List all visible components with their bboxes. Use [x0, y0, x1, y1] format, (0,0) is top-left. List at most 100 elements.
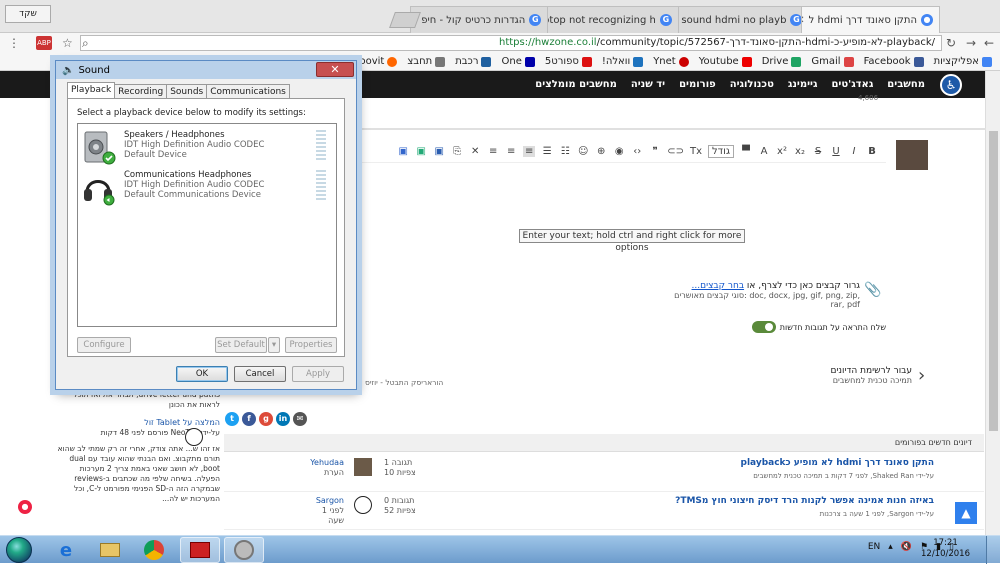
- tray-arrow-icon[interactable]: ▴: [888, 542, 893, 552]
- font-size-select[interactable]: גודל: [708, 145, 734, 158]
- scroll-to-top-button[interactable]: ▲: [955, 502, 977, 524]
- configure-button[interactable]: Configure: [77, 337, 131, 353]
- volume-icon[interactable]: 🔇: [901, 542, 912, 552]
- tab-recording[interactable]: Recording: [114, 84, 168, 98]
- tab-close-icon[interactable]: ✕: [802, 15, 804, 26]
- cancel-button[interactable]: Cancel: [234, 366, 286, 382]
- nav-technology[interactable]: טכנולוגיה: [730, 79, 774, 90]
- device-speakers[interactable]: Speakers / Headphones IDT High Definitio…: [80, 128, 334, 168]
- start-button[interactable]: [6, 537, 32, 563]
- emoji-icon[interactable]: ☺: [577, 146, 589, 157]
- list-item[interactable]: באיזה חנות אמינה אפשר לקנות הרד דיסק חיצ…: [224, 494, 984, 530]
- device-headphones[interactable]: Communications Headphones IDT High Defin…: [80, 168, 334, 208]
- bg-color-icon[interactable]: ▀: [740, 146, 752, 157]
- forward-icon[interactable]: →: [966, 36, 976, 50]
- link-icon[interactable]: ⊂⊃: [667, 146, 684, 157]
- ok-button[interactable]: OK: [176, 366, 228, 382]
- font-color-icon[interactable]: A: [758, 146, 770, 157]
- tab-playback[interactable]: Playback: [67, 82, 116, 98]
- chevron-right-icon[interactable]: ›: [918, 365, 925, 386]
- scrollbar-thumb[interactable]: [989, 131, 998, 431]
- menu-icon[interactable]: ⋮: [8, 36, 20, 50]
- nav-gaming[interactable]: גיימינג: [788, 79, 818, 90]
- clock[interactable]: 17:21 12/10/2016: [921, 538, 970, 560]
- set-default-button[interactable]: Set Default: [215, 337, 267, 353]
- nav-second-hand[interactable]: יד שניה: [631, 79, 665, 90]
- properties-button[interactable]: Properties: [285, 337, 337, 353]
- linkedin-icon[interactable]: in: [276, 412, 290, 426]
- nav-forums[interactable]: פורומים: [679, 79, 716, 90]
- tab[interactable]: Glaptop not recognizing h✕: [540, 6, 679, 33]
- list-icon[interactable]: ☷: [559, 146, 571, 157]
- list-item[interactable]: התקן סאונד דרך hdmi לא מופיע כplayback ע…: [224, 456, 984, 492]
- nav-gadgets[interactable]: גאדג'טים: [831, 79, 873, 90]
- underline-icon[interactable]: U: [830, 146, 842, 157]
- accessibility-icon[interactable]: ♿: [940, 74, 962, 96]
- paste-text-icon[interactable]: ▣: [415, 146, 427, 157]
- align-left-icon[interactable]: ≡: [487, 146, 499, 157]
- preview-icon[interactable]: ◉: [613, 146, 625, 157]
- paste-icon[interactable]: ⎘: [451, 146, 463, 157]
- doc-icon[interactable]: ▣: [397, 146, 409, 157]
- email-icon[interactable]: ✉: [293, 412, 307, 426]
- bold-icon[interactable]: B: [866, 146, 878, 157]
- code-icon[interactable]: ‹›: [631, 146, 643, 157]
- ie-icon[interactable]: e: [46, 537, 86, 563]
- set-default-dropdown-icon[interactable]: ▾: [268, 337, 280, 353]
- quote-icon[interactable]: ❞: [649, 146, 661, 157]
- bookmark-rail[interactable]: רכבת: [455, 56, 492, 67]
- facebook-icon[interactable]: f: [242, 412, 256, 426]
- numbered-list-icon[interactable]: ☰: [541, 146, 553, 157]
- activity-title[interactable]: המלצה על Tablet זול: [81, 418, 220, 428]
- bookmark-apps[interactable]: אפליקציות: [934, 56, 992, 67]
- clear-format-icon[interactable]: Tx: [690, 146, 702, 157]
- tab-sounds[interactable]: Sounds: [166, 84, 208, 98]
- nav-computers[interactable]: מחשבים: [887, 79, 925, 90]
- back-to-list[interactable]: עבור לרשימת הדיונים תמיכה טכנית למחשבים: [780, 366, 912, 385]
- language-indicator[interactable]: EN: [868, 542, 880, 552]
- last-user[interactable]: Yehudaa: [304, 458, 344, 468]
- show-desktop-button[interactable]: [986, 536, 1000, 564]
- google-plus-icon[interactable]: g: [259, 412, 273, 426]
- strike-icon[interactable]: S: [812, 146, 824, 157]
- superscript-icon[interactable]: x²: [776, 146, 788, 157]
- tab[interactable]: Gהגדרות כרטיס קול - חיפ✕: [409, 6, 549, 33]
- last-user[interactable]: Sargon: [304, 496, 344, 506]
- editor-textarea[interactable]: [356, 163, 886, 273]
- chrome-icon[interactable]: [134, 537, 174, 563]
- topic-title[interactable]: התקן סאונד דרך hdmi לא מופיע כplayback: [741, 458, 935, 468]
- sound-taskbar-icon[interactable]: [224, 537, 264, 563]
- align-center-icon[interactable]: ≡: [505, 146, 517, 157]
- spoiler-icon[interactable]: ⊕: [595, 146, 607, 157]
- paste-word-icon[interactable]: ▣: [433, 146, 445, 157]
- bookmark-star-icon[interactable]: ☆: [62, 36, 73, 50]
- tab[interactable]: Gno sound hdmi no playb✕: [670, 6, 810, 33]
- back-icon[interactable]: ←: [984, 36, 994, 50]
- subscript-icon[interactable]: x₂: [794, 146, 806, 157]
- tab-active[interactable]: ● התקן סאונד דרך hdmi ל ✕: [801, 6, 940, 33]
- align-right-icon[interactable]: ≡: [523, 146, 536, 157]
- bookmark-youtube[interactable]: Youtube: [699, 56, 752, 67]
- nav-recommended[interactable]: מחשבים מומלצים: [535, 79, 617, 90]
- dialog-titlebar[interactable]: 🔈 Sound: [56, 61, 356, 79]
- topic-title[interactable]: באיזה חנות אמינה אפשר לקנות הרד דיסק חיצ…: [675, 496, 934, 506]
- italic-icon[interactable]: I: [848, 146, 860, 157]
- notification-icon[interactable]: ●: [18, 500, 32, 514]
- bookmark-facebook[interactable]: Facebook: [864, 56, 924, 67]
- explorer-icon[interactable]: [90, 537, 130, 563]
- bookmark-tachbats[interactable]: תחבצ: [407, 56, 446, 67]
- bookmark-drive[interactable]: Drive: [762, 56, 802, 67]
- bookmark-ynet[interactable]: Ynet: [653, 56, 689, 67]
- address-bar[interactable]: https://hwzone.co.il/community/topic/572…: [80, 35, 942, 51]
- bookmark-sport5[interactable]: ספורט5: [545, 56, 592, 67]
- toolbox-icon[interactable]: [180, 537, 220, 563]
- tab-communications[interactable]: Communications: [206, 84, 290, 98]
- apply-button[interactable]: Apply: [292, 366, 344, 382]
- twitter-icon[interactable]: t: [225, 412, 239, 426]
- close-button[interactable]: ✕: [316, 62, 354, 77]
- bookmark-moovit[interactable]: Moovit: [351, 56, 398, 67]
- attach-area[interactable]: גרור קבצים כאן כדי לצרף, או בחר קבצים...…: [660, 281, 860, 309]
- bookmark-walla[interactable]: וואלה!: [602, 56, 644, 67]
- reload-icon[interactable]: ↻: [946, 36, 956, 50]
- page-scrollbar[interactable]: [985, 71, 1000, 535]
